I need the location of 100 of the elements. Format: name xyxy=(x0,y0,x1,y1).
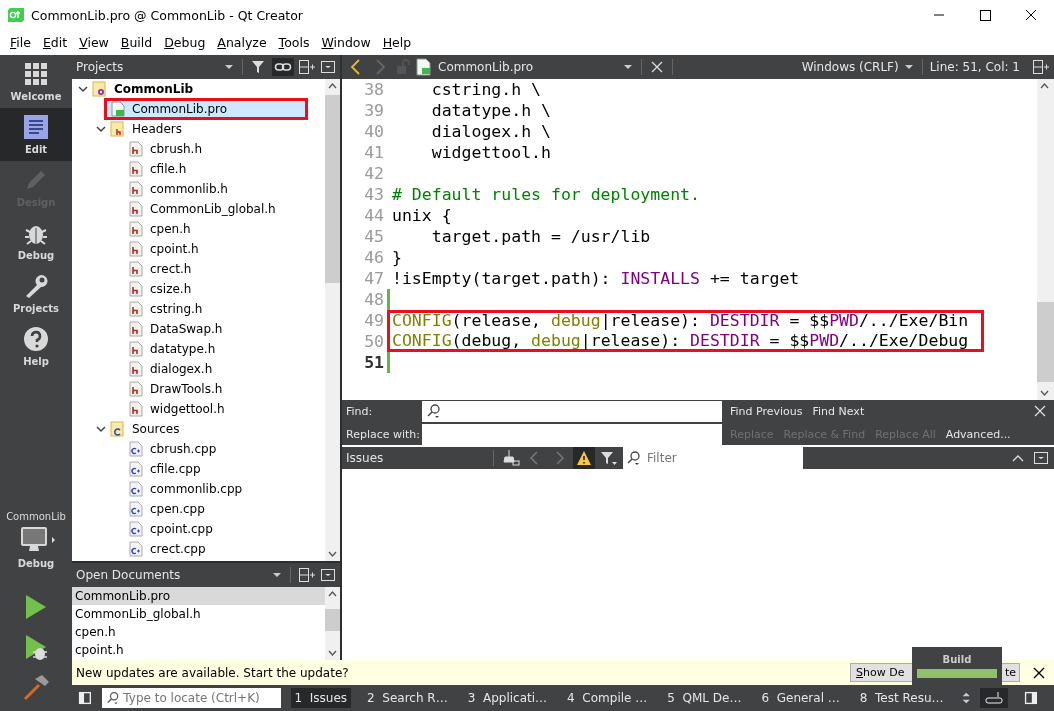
tree-item-label: cpoint.h xyxy=(149,241,200,257)
code-line: unix { xyxy=(391,205,452,226)
menu-item[interactable]: Debug xyxy=(158,35,212,50)
output-pane-tab[interactable]: 6 General … xyxy=(757,688,844,708)
tree-item-label: CommonLib xyxy=(113,81,195,97)
file-selector[interactable]: CommonLib.pro xyxy=(438,60,618,74)
tree-item[interactable]: cpen.h xyxy=(72,219,325,239)
tree-item-label: datatype.h xyxy=(149,341,217,357)
menu-item[interactable]: Edit xyxy=(36,35,74,50)
output-pane-tab[interactable]: 4 Compile … xyxy=(563,688,652,708)
line-number: 47 xyxy=(363,269,384,288)
tree-item[interactable]: csize.h xyxy=(72,279,325,299)
tree-item-label: DrawTools.h xyxy=(149,381,224,397)
mode-label: Help xyxy=(23,356,49,367)
code-line: CONFIG(debug, debug|release): DESTDIR = $$PWD/../Exe/Debug xyxy=(387,331,984,352)
menu-item[interactable]: Window xyxy=(315,35,377,50)
tree-item[interactable]: CommonLib.pro xyxy=(72,99,325,119)
tree-item[interactable]: commonlib.h xyxy=(72,179,325,199)
tree-item-label: Sources xyxy=(131,421,181,437)
menu-item[interactable]: Analyze xyxy=(211,35,273,50)
tree-item[interactable]: crect.cpp xyxy=(72,539,325,559)
output-pane-tab[interactable]: 5 QML De… xyxy=(663,688,746,708)
cursor-position[interactable]: Line: 51, Col: 1 xyxy=(929,60,1020,74)
line-ending-selector[interactable]: Windows (CRLF) xyxy=(801,60,899,74)
tree-item[interactable]: cfile.h xyxy=(72,159,325,179)
line-number: 44 xyxy=(363,206,384,225)
menu-item[interactable]: File xyxy=(4,35,37,50)
filter-field[interactable]: Filter xyxy=(645,447,803,469)
menu-item[interactable]: Tools xyxy=(272,35,316,50)
tree-item[interactable]: Sources xyxy=(72,419,325,439)
tree-item[interactable]: commonlib.cpp xyxy=(72,479,325,499)
tree-item[interactable]: DataSwap.h xyxy=(72,319,325,339)
tree-item[interactable]: cpoint.cpp xyxy=(72,519,325,539)
output-pane-tab[interactable]: 8 Test Resu… xyxy=(855,688,948,708)
tree-item-label: CommonLib.pro xyxy=(107,101,305,117)
target-project-label: CommonLib xyxy=(6,511,66,522)
line-number: 46 xyxy=(363,248,384,267)
mode-button[interactable]: Help xyxy=(0,320,72,373)
line-number: 49 xyxy=(363,311,384,330)
output-pane-tab[interactable]: 2 Search R… xyxy=(363,688,452,708)
tree-item[interactable]: cpen.cpp xyxy=(72,499,325,519)
tree-item[interactable]: cbrush.h xyxy=(72,139,325,159)
mode-label: Welcome xyxy=(10,91,62,102)
tree-item[interactable]: Headers xyxy=(72,119,325,139)
tree-item[interactable]: CommonLib_global.h xyxy=(72,199,325,219)
open-document-item[interactable]: CommonLib.pro xyxy=(72,587,325,606)
code-line: !isEmpty(target.path): INSTALLS += target xyxy=(391,268,800,289)
locate-field[interactable]: Type to locate (Ctrl+K) xyxy=(101,688,281,708)
find-label: Find: xyxy=(345,404,374,418)
pane-title: Issues xyxy=(346,451,385,465)
code-line: datatype.h \ xyxy=(430,100,551,121)
find-button[interactable]: Find Next xyxy=(808,404,869,418)
tree-item[interactable]: datatype.h xyxy=(72,339,325,359)
output-pane-tab[interactable]: 3 Applicati… xyxy=(463,688,552,708)
tree-item[interactable]: crect.h xyxy=(72,259,325,279)
code-line: widgettool.h xyxy=(430,142,551,163)
code-line: cstring.h \ xyxy=(430,79,541,100)
open-document-item[interactable]: cpen.h xyxy=(72,623,325,642)
line-number: 43 xyxy=(363,185,384,204)
tree-item[interactable]: cpoint.h xyxy=(72,239,325,259)
tree-item[interactable]: dialogex.h xyxy=(72,359,325,379)
line-number: 42 xyxy=(363,164,384,183)
menu-item[interactable]: Help xyxy=(376,35,418,50)
tree-item-label: csize.h xyxy=(149,281,193,297)
line-number: 39 xyxy=(363,101,384,120)
line-number: 45 xyxy=(363,227,384,246)
build-label: Build xyxy=(942,654,972,665)
find-button[interactable]: Find Previous xyxy=(726,404,807,418)
code-line: target.path = /usr/lib xyxy=(430,226,651,247)
tree-item-label: cpen.h xyxy=(149,221,192,237)
pane-title: Projects xyxy=(76,60,124,74)
tree-item[interactable]: cfile.cpp xyxy=(72,459,325,479)
code-line: dialogex.h \ xyxy=(430,121,551,142)
tree-item-label: widgettool.h xyxy=(149,401,226,417)
line-number: 48 xyxy=(363,290,384,309)
tree-item-label: cbrush.cpp xyxy=(149,441,218,457)
menu-item[interactable]: Build xyxy=(114,35,159,50)
line-number: 50 xyxy=(363,332,384,351)
tree-item[interactable]: cbrush.cpp xyxy=(72,439,325,459)
tree-item-label: Headers xyxy=(131,121,183,137)
output-pane-tab[interactable]: 1 Issues xyxy=(290,688,352,708)
tree-item[interactable]: CommonLib xyxy=(72,79,325,99)
target-selector[interactable]: Debug xyxy=(15,526,57,569)
line-number: 38 xyxy=(363,80,384,99)
tree-item-label: cbrush.h xyxy=(149,141,204,157)
mode-button[interactable]: Welcome xyxy=(0,55,72,108)
tree-item[interactable]: DrawTools.h xyxy=(72,379,325,399)
open-document-item[interactable]: cpoint.h xyxy=(72,641,325,660)
code-line: } xyxy=(391,247,402,268)
menu-item[interactable]: View xyxy=(73,35,115,50)
tree-item[interactable]: cstring.h xyxy=(72,299,325,319)
tree-item[interactable]: widgettool.h xyxy=(72,399,325,419)
tree-item-label: cfile.cpp xyxy=(149,461,202,477)
open-document-item[interactable]: CommonLib_global.h xyxy=(72,605,325,624)
line-number: 51 xyxy=(363,353,384,372)
mode-label: Edit xyxy=(24,144,48,155)
mode-button[interactable]: Edit xyxy=(0,108,72,161)
mode-button[interactable]: Projects xyxy=(0,267,72,320)
replace-button[interactable]: Advanced... xyxy=(941,427,1015,441)
mode-button[interactable]: Debug xyxy=(0,214,72,267)
